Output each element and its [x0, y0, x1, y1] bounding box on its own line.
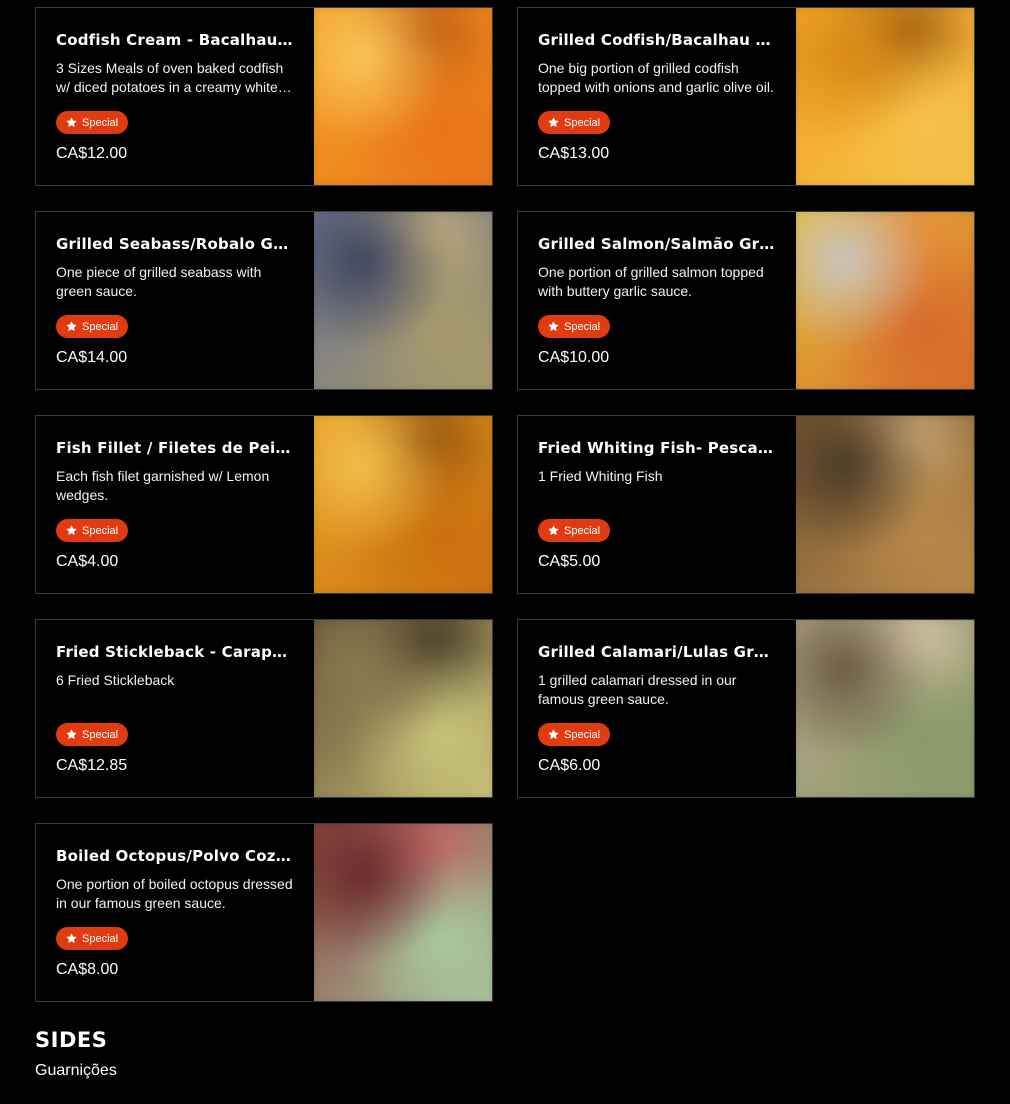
menu-item-description: One portion of boiled octopus dressed in…: [56, 876, 293, 911]
menu-item-image: [314, 212, 492, 389]
menu-item-details: Grilled Codfish/Bacalhau Grelhado One bi…: [518, 8, 796, 185]
badge-label: Special: [82, 116, 119, 129]
menu-item-card[interactable]: Grilled Seabass/Robalo Grelhado One piec…: [35, 211, 493, 390]
menu-item-description: One piece of grilled seabass with green …: [56, 264, 262, 299]
badge-label: Special: [82, 524, 119, 537]
special-badge: Special: [56, 723, 129, 746]
menu-item-image: [314, 620, 492, 797]
food-photo-blurred: [314, 620, 492, 797]
menu-item-card[interactable]: Grilled Calamari/Lulas Grelhadas 1 grill…: [517, 619, 975, 798]
badge-label: Special: [564, 728, 601, 741]
food-photo-blurred: [314, 8, 492, 185]
menu-item-title: Boiled Octopus/Polvo Cozido: [56, 847, 294, 865]
menu-item-details: Fried Stickleback - Carapaus Fritos 6 Fr…: [36, 620, 314, 797]
star-icon: [66, 525, 77, 536]
food-photo-blurred: [314, 416, 492, 593]
menu-item-price: CA$12.85: [56, 757, 128, 774]
special-badge: Special: [538, 315, 611, 338]
star-icon: [548, 321, 559, 332]
badge-label: Special: [82, 932, 119, 945]
menu-item-title: Codfish Cream - Bacalhau com Natas: [56, 31, 294, 49]
menu-item-image: [796, 212, 974, 389]
food-photo-blurred: [796, 212, 974, 389]
menu-item-image: [796, 620, 974, 797]
special-badge: Special: [56, 315, 129, 338]
menu-item-title: Grilled Calamari/Lulas Grelhadas: [538, 643, 776, 661]
menu-item-description: One portion of grilled salmon topped wit…: [538, 264, 764, 299]
menu-item-price: CA$13.00: [538, 145, 610, 162]
badge-label: Special: [564, 320, 601, 333]
badge-label: Special: [564, 116, 601, 129]
menu-item-details: Grilled Salmon/Salmão Grelhado One porti…: [518, 212, 796, 389]
menu-item-title: Grilled Salmon/Salmão Grelhado: [538, 235, 776, 253]
menu-item-price: CA$8.00: [56, 961, 119, 978]
menu-item-title: Fish Fillet / Filetes de Peixe: [56, 439, 294, 457]
food-photo-blurred: [796, 416, 974, 593]
menu-item-description: 3 Sizes Meals of oven baked codfish w/ d…: [56, 60, 284, 95]
menu-item-description: 6 Fried Stickleback: [56, 672, 175, 688]
menu-item-image: [314, 8, 492, 185]
star-icon: [66, 729, 77, 740]
menu-item-description: 1 grilled calamari dressed in our famous…: [538, 672, 737, 707]
menu-item-image: [796, 8, 974, 185]
star-icon: [66, 321, 77, 332]
menu-item-details: Grilled Seabass/Robalo Grelhado One piec…: [36, 212, 314, 389]
menu-item-price: CA$4.00: [56, 553, 119, 570]
menu-item-image: [796, 416, 974, 593]
star-icon: [548, 117, 559, 128]
menu-item-title: Grilled Seabass/Robalo Grelhado: [56, 235, 294, 253]
menu-item-details: Fish Fillet / Filetes de Peixe Each fish…: [36, 416, 314, 593]
special-badge: Special: [56, 111, 129, 134]
food-photo-blurred: [796, 620, 974, 797]
star-icon: [66, 117, 77, 128]
special-badge: Special: [538, 519, 611, 542]
menu-item-card[interactable]: Grilled Codfish/Bacalhau Grelhado One bi…: [517, 7, 975, 186]
menu-item-details: Boiled Octopus/Polvo Cozido One portion …: [36, 824, 314, 1001]
menu-item-description: 1 Fried Whiting Fish: [538, 468, 663, 484]
food-photo-blurred: [796, 8, 974, 185]
menu-item-card[interactable]: Boiled Octopus/Polvo Cozido One portion …: [35, 823, 493, 1002]
menu-item-card[interactable]: Codfish Cream - Bacalhau com Natas 3 Siz…: [35, 7, 493, 186]
special-badge: Special: [538, 723, 611, 746]
section-subtitle: Guarnições: [35, 1062, 117, 1079]
menu-item-details: Codfish Cream - Bacalhau com Natas 3 Siz…: [36, 8, 314, 185]
food-photo-blurred: [314, 212, 492, 389]
food-photo-blurred: [314, 824, 492, 1001]
star-icon: [548, 525, 559, 536]
menu-item-price: CA$14.00: [56, 349, 128, 366]
section-title: SIDES: [35, 1028, 108, 1052]
badge-label: Special: [82, 320, 119, 333]
menu-item-title: Fried Whiting Fish- Pescada Frita: [538, 439, 776, 457]
menu-item-price: CA$12.00: [56, 145, 128, 162]
menu-item-card[interactable]: Fish Fillet / Filetes de Peixe Each fish…: [35, 415, 493, 594]
menu-item-price: CA$10.00: [538, 349, 610, 366]
menu-item-image: [314, 824, 492, 1001]
special-badge: Special: [56, 927, 129, 950]
menu-item-price: CA$5.00: [538, 553, 601, 570]
section-header-sides: SIDES Guarnições: [35, 1028, 117, 1080]
menu-item-title: Fried Stickleback - Carapaus Fritos: [56, 643, 294, 661]
menu-items-grid: Codfish Cream - Bacalhau com Natas 3 Siz…: [35, 7, 975, 1002]
badge-label: Special: [82, 728, 119, 741]
star-icon: [548, 729, 559, 740]
special-badge: Special: [538, 111, 611, 134]
menu-item-card[interactable]: Fried Whiting Fish- Pescada Frita 1 Frie…: [517, 415, 975, 594]
menu-item-image: [314, 416, 492, 593]
menu-item-card[interactable]: Grilled Salmon/Salmão Grelhado One porti…: [517, 211, 975, 390]
menu-item-description: One big portion of grilled codfish toppe…: [538, 60, 774, 95]
menu-item-description: Each fish filet garnished w/ Lemon wedge…: [56, 468, 270, 503]
menu-item-details: Fried Whiting Fish- Pescada Frita 1 Frie…: [518, 416, 796, 593]
menu-item-title: Grilled Codfish/Bacalhau Grelhado: [538, 31, 776, 49]
star-icon: [66, 933, 77, 944]
menu-item-card[interactable]: Fried Stickleback - Carapaus Fritos 6 Fr…: [35, 619, 493, 798]
menu-item-details: Grilled Calamari/Lulas Grelhadas 1 grill…: [518, 620, 796, 797]
menu-item-price: CA$6.00: [538, 757, 601, 774]
special-badge: Special: [56, 519, 129, 542]
badge-label: Special: [564, 524, 601, 537]
